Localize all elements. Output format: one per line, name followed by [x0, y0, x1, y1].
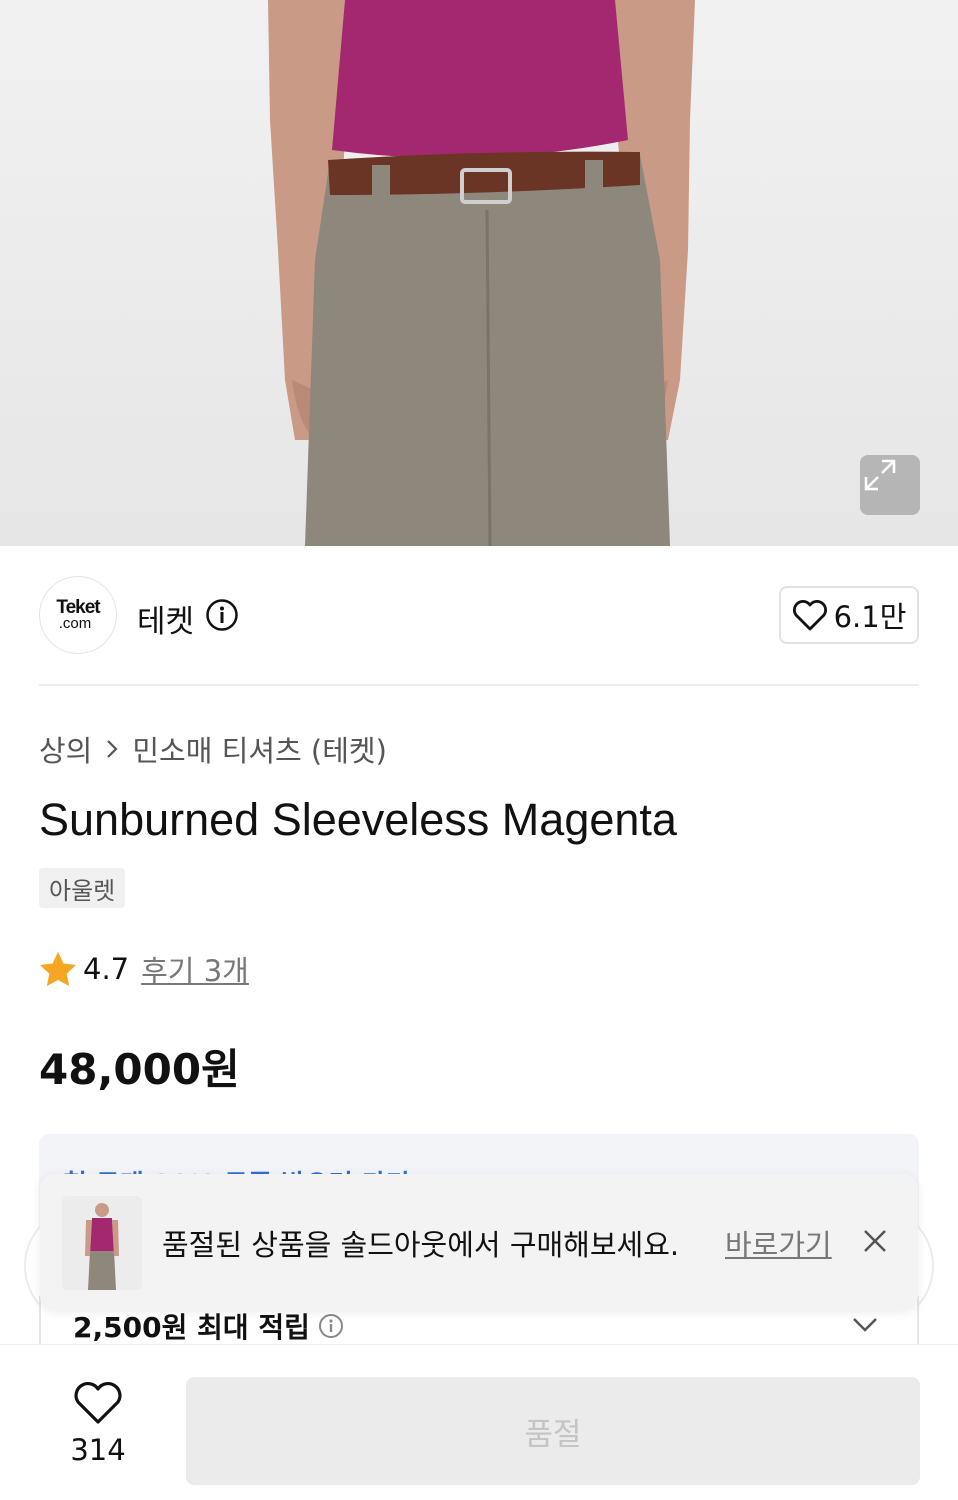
expand-icon [864, 459, 896, 491]
heart-icon [792, 600, 827, 631]
rating: 4.7 후기 3개 [39, 948, 249, 990]
toast-go-link[interactable]: 바로가기 [725, 1222, 832, 1264]
wishlist-button[interactable]: 314 [56, 1381, 140, 1467]
expand-button[interactable] [860, 455, 920, 515]
product-price: 48,000원 [39, 1045, 240, 1094]
outlet-tag: 아울렛 [39, 868, 126, 908]
brand-logo-subtext: .com [58, 615, 92, 632]
product-image[interactable] [0, 0, 958, 546]
points-text: 2,500원 최대 적립 [73, 1311, 310, 1344]
chevron-down-icon[interactable] [851, 1316, 879, 1334]
toast-product-thumbnail [62, 1196, 142, 1290]
close-icon[interactable] [860, 1226, 890, 1256]
info-icon[interactable] [318, 1313, 344, 1339]
breadcrumb: 상의 민소매 티셔츠 (테켓) [39, 728, 387, 770]
brand-like-count: 6.1만 [833, 600, 907, 634]
brand-logo[interactable]: Teket .com [39, 576, 117, 654]
soldout-toast: 품절된 상품을 솔드아웃에서 구매해보세요. 바로가기 [40, 1174, 918, 1310]
brand-logo-text: Teket [56, 597, 100, 618]
product-title: Sunburned Sleeveless Magenta [39, 794, 677, 845]
info-icon[interactable] [205, 598, 239, 632]
rating-score: 4.7 [83, 952, 130, 986]
brand-like-button[interactable]: 6.1만 [779, 586, 919, 644]
soldout-button[interactable]: 품절 [186, 1377, 920, 1485]
breadcrumb-item-top[interactable]: 상의 [39, 728, 92, 770]
points-info: 2,500원 최대 적립 [73, 1306, 344, 1346]
breadcrumb-item-category[interactable]: 민소매 티셔츠 (테켓) [132, 728, 387, 770]
brand-name[interactable]: 테켓 [137, 596, 194, 641]
divider [39, 684, 919, 686]
bottom-action-bar: 314 품절 [0, 1344, 958, 1500]
brand-row: Teket .com 테켓 6.1만 [39, 576, 919, 656]
toast-message: 품절된 상품을 솔드아웃에서 구매해보세요. [162, 1228, 680, 1262]
star-icon [40, 952, 76, 986]
reviews-link[interactable]: 후기 3개 [141, 948, 249, 990]
heart-icon [74, 1382, 122, 1424]
wishlist-count: 314 [70, 1433, 126, 1467]
chevron-right-icon [107, 740, 118, 758]
product-photo [268, 0, 695, 546]
